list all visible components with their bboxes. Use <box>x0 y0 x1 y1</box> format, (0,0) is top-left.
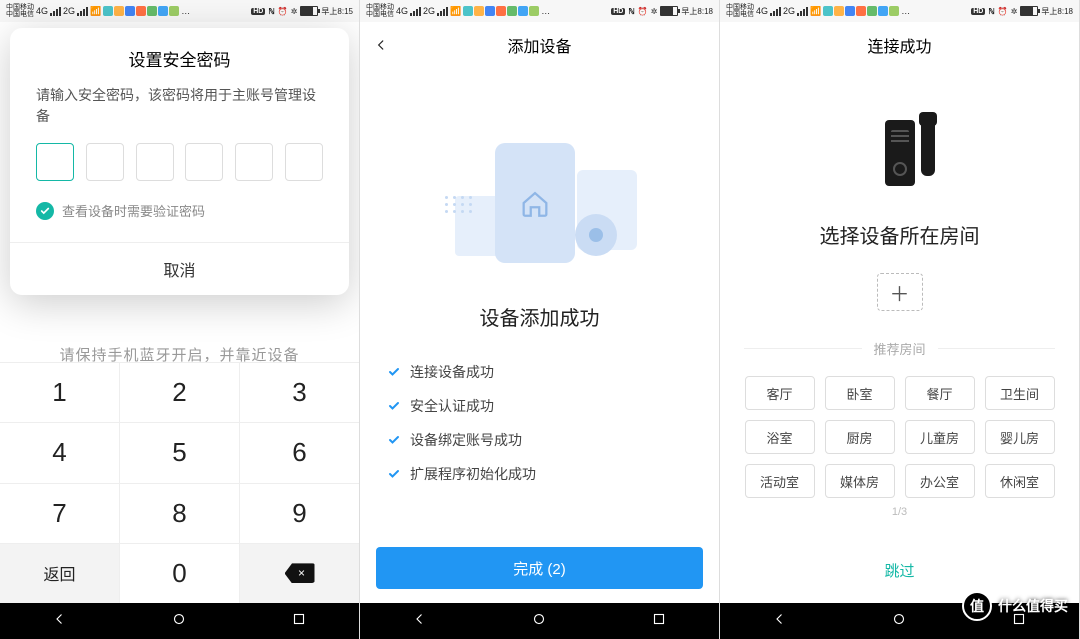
screen-select-room: 中国移动中国电信 4G 2G 📶 … HDℕ⏰✲ 早上8:18 连接成功 <box>720 0 1080 639</box>
room-option[interactable]: 活动室 <box>745 464 815 498</box>
recommended-separator: 推荐房间 <box>720 339 1079 358</box>
android-nav-bar <box>720 603 1079 639</box>
nav-home-icon[interactable] <box>890 610 908 633</box>
check-icon <box>388 400 400 412</box>
mihome-icon <box>518 186 552 220</box>
modal-title: 设置安全密码 <box>10 46 349 71</box>
key-1[interactable]: 1 <box>0 363 120 422</box>
room-option[interactable]: 办公室 <box>905 464 975 498</box>
back-button[interactable] <box>374 22 388 68</box>
success-title: 设备添加成功 <box>480 302 600 331</box>
key-5[interactable]: 5 <box>120 423 240 482</box>
devices-illustration <box>435 128 645 278</box>
key-0[interactable]: 0 <box>120 544 240 603</box>
numeric-keypad: 1 2 3 4 5 6 7 8 9 返回 0 <box>0 362 359 603</box>
complete-button[interactable]: 完成 (2) <box>376 547 703 589</box>
pin-cell[interactable] <box>86 143 124 181</box>
pin-cell[interactable] <box>36 143 74 181</box>
success-steps: 连接设备成功 安全认证成功 设备绑定账号成功 扩展程序初始化成功 <box>360 355 719 491</box>
key-backspace[interactable] <box>240 544 359 603</box>
list-item: 安全认证成功 <box>388 389 691 423</box>
nav-back-icon[interactable] <box>771 610 789 633</box>
check-icon <box>388 468 400 480</box>
room-option[interactable]: 浴室 <box>745 420 815 454</box>
room-option[interactable]: 餐厅 <box>905 376 975 410</box>
nav-home-icon[interactable] <box>530 610 548 633</box>
key-8[interactable]: 8 <box>120 484 240 543</box>
screen-add-device: 中国移动中国电信 4G 2G 📶 … HDℕ⏰✲ 早上8:18 添加设备 <box>360 0 720 639</box>
header-title: 添加设备 <box>507 33 571 57</box>
room-grid: 客厅 卧室 餐厅 卫生间 浴室 厨房 儿童房 婴儿房 活动室 媒体房 办公室 休… <box>745 376 1055 498</box>
select-room-title: 选择设备所在房间 <box>820 220 980 249</box>
list-item: 扩展程序初始化成功 <box>388 457 691 491</box>
modal-desc: 请输入安全密码，该密码将用于主账号管理设备 <box>10 85 349 127</box>
skip-button[interactable]: 跳过 <box>720 560 1079 581</box>
cancel-button[interactable]: 取消 <box>10 242 349 295</box>
status-bar: 中国移动中国电信 4G 2G 📶 … HDℕ⏰✲ 早上8:18 <box>360 0 719 22</box>
pin-input-row <box>10 127 349 195</box>
nav-home-icon[interactable] <box>170 610 188 633</box>
room-option[interactable]: 卫生间 <box>985 376 1055 410</box>
nav-recents-icon[interactable] <box>650 610 668 633</box>
nav-back-icon[interactable] <box>411 610 429 633</box>
header: 连接成功 <box>720 22 1079 68</box>
verify-checkbox[interactable]: 查看设备时需要验证密码 <box>10 195 349 242</box>
check-icon <box>36 202 54 220</box>
key-back[interactable]: 返回 <box>0 544 120 603</box>
add-room-button[interactable]: ＋ <box>877 273 923 311</box>
key-4[interactable]: 4 <box>0 423 120 482</box>
pin-cell[interactable] <box>285 143 323 181</box>
list-item: 连接设备成功 <box>388 355 691 389</box>
status-bar: 中国移动中国电信 4G 2G 📶 … HDℕ⏰✲ 早上8:15 <box>0 0 359 22</box>
pager-indicator: 1/3 <box>892 506 907 518</box>
android-nav-bar <box>360 603 719 639</box>
room-option[interactable]: 卧室 <box>825 376 895 410</box>
android-nav-bar <box>0 603 359 639</box>
plus-icon: ＋ <box>890 278 910 307</box>
key-6[interactable]: 6 <box>240 423 359 482</box>
room-option[interactable]: 厨房 <box>825 420 895 454</box>
nav-back-icon[interactable] <box>51 610 69 633</box>
pin-cell[interactable] <box>235 143 273 181</box>
key-7[interactable]: 7 <box>0 484 120 543</box>
checkbox-label: 查看设备时需要验证密码 <box>62 201 205 220</box>
pin-cell[interactable] <box>185 143 223 181</box>
room-option[interactable]: 休闲室 <box>985 464 1055 498</box>
password-modal: 设置安全密码 请输入安全密码，该密码将用于主账号管理设备 查看设备时需要验证密码… <box>10 28 349 295</box>
pin-cell[interactable] <box>136 143 174 181</box>
lock-device-icon <box>855 108 945 198</box>
screen-security-password: 中国移动中国电信 4G 2G 📶 … HDℕ⏰✲ 早上8:15 请保持手机蓝牙开… <box>0 0 360 639</box>
status-bar: 中国移动中国电信 4G 2G 📶 … HDℕ⏰✲ 早上8:18 <box>720 0 1079 22</box>
chevron-left-icon <box>374 38 388 52</box>
key-3[interactable]: 3 <box>240 363 359 422</box>
header-title: 连接成功 <box>867 33 931 57</box>
key-2[interactable]: 2 <box>120 363 240 422</box>
room-option[interactable]: 客厅 <box>745 376 815 410</box>
room-option[interactable]: 儿童房 <box>905 420 975 454</box>
room-option[interactable]: 媒体房 <box>825 464 895 498</box>
check-icon <box>388 434 400 446</box>
check-icon <box>388 366 400 378</box>
room-option[interactable]: 婴儿房 <box>985 420 1055 454</box>
list-item: 设备绑定账号成功 <box>388 423 691 457</box>
nav-recents-icon[interactable] <box>1010 610 1028 633</box>
key-9[interactable]: 9 <box>240 484 359 543</box>
backspace-icon <box>285 563 315 583</box>
header: 添加设备 <box>360 22 719 68</box>
nav-recents-icon[interactable] <box>290 610 308 633</box>
